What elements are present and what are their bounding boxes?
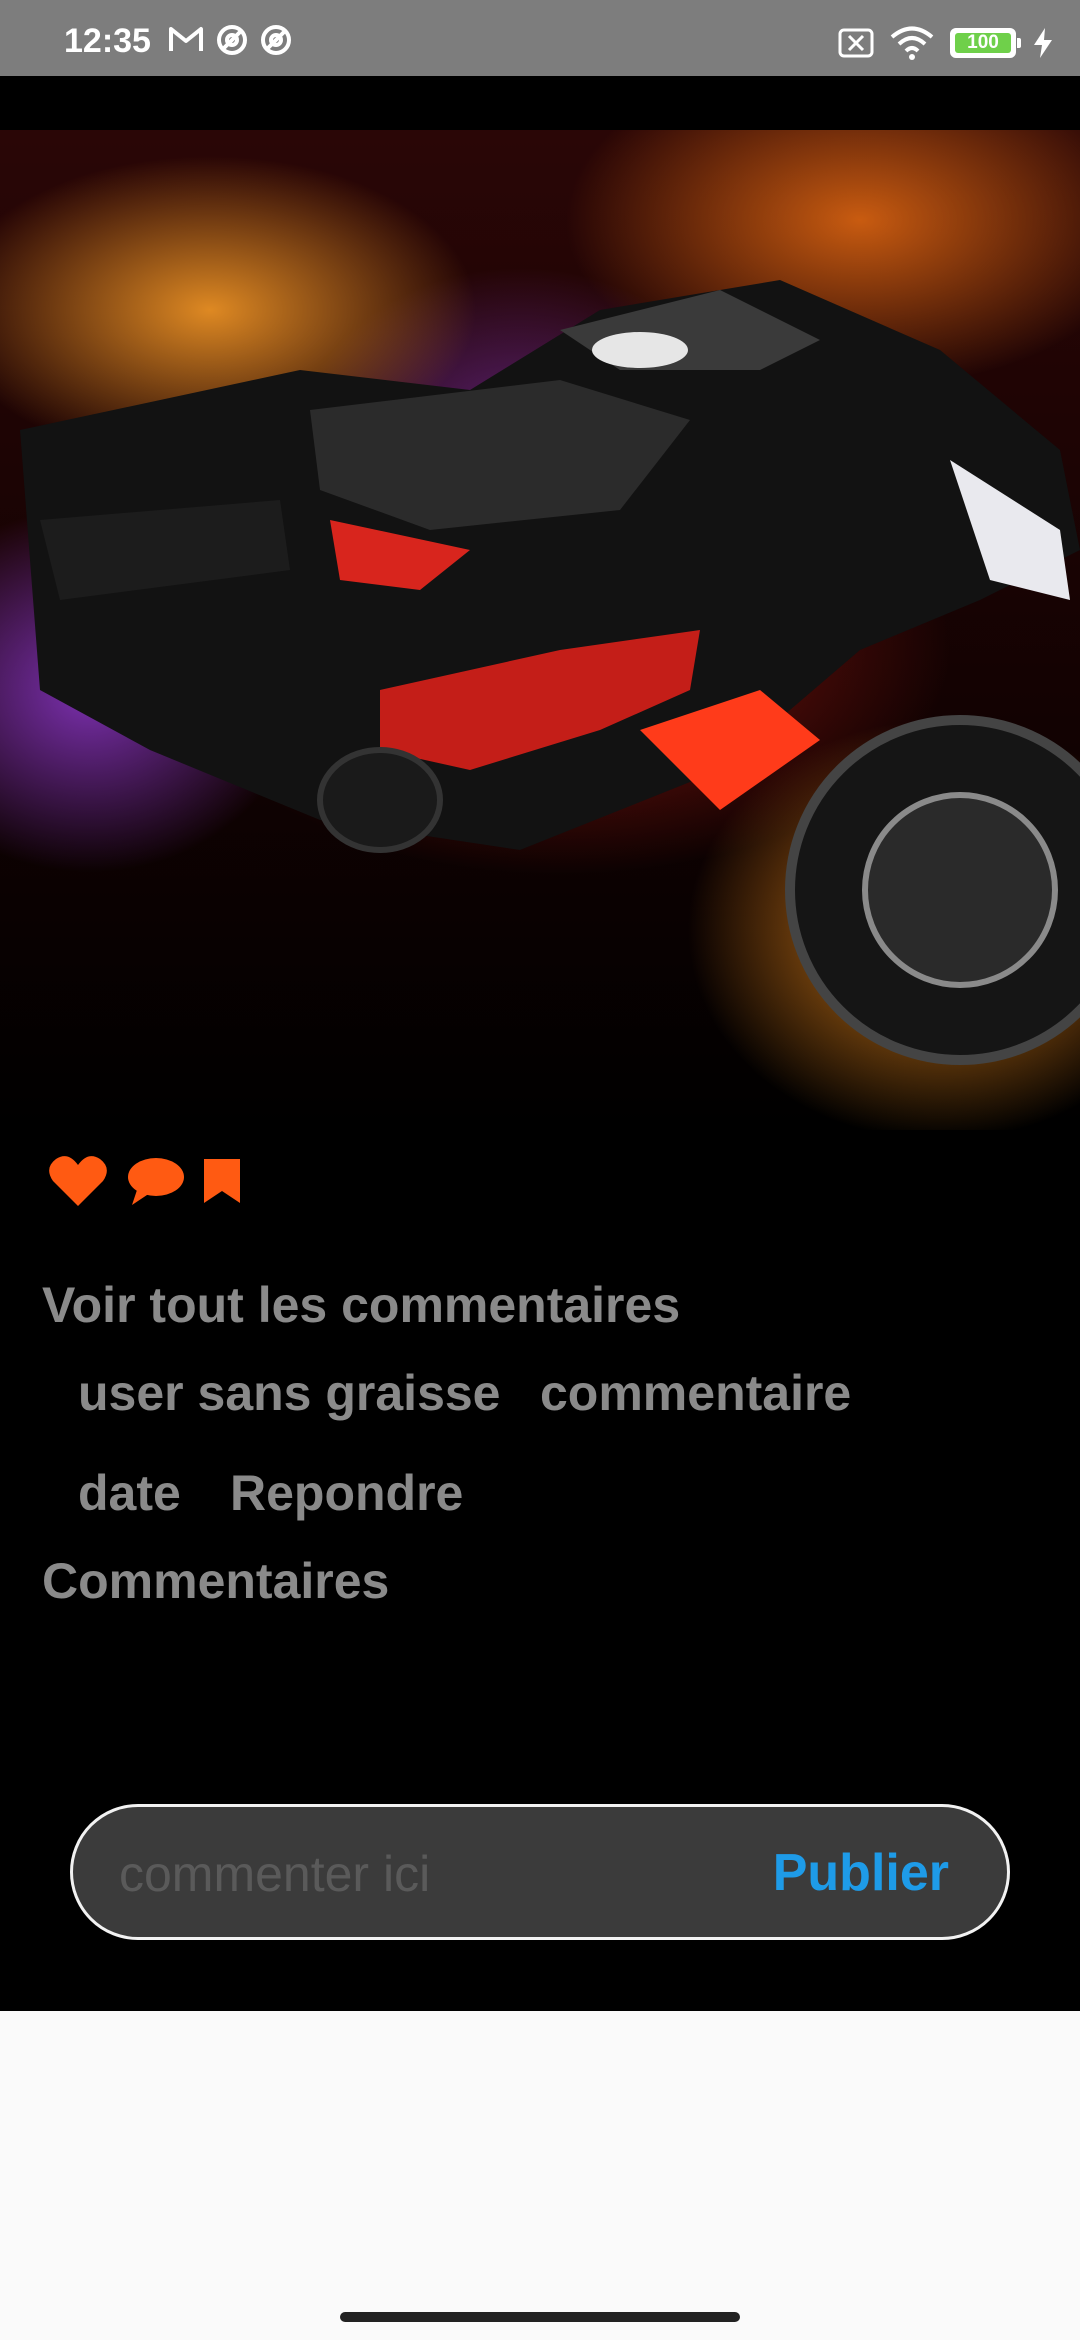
wifi-icon <box>890 26 934 60</box>
comment-composer: Publier <box>70 1804 1010 1940</box>
post-screen: Voir tout les commentaires user sans gra… <box>0 76 1080 2011</box>
comments-section-label: Commentaires <box>42 1553 390 1609</box>
battery-icon: 100 <box>950 28 1021 58</box>
at-sign-icon <box>217 25 247 55</box>
reply-button[interactable]: Repondre <box>230 1464 463 1522</box>
gmail-icon <box>169 27 203 51</box>
battery-level: 100 <box>955 32 1011 53</box>
home-indicator[interactable] <box>340 2312 740 2322</box>
comment-username[interactable]: user sans graisse <box>78 1364 501 1422</box>
see-all-comments-link[interactable]: Voir tout les commentaires <box>42 1276 680 1334</box>
system-icons: 100 <box>838 26 1054 60</box>
charging-icon <box>1034 28 1052 58</box>
post-image[interactable] <box>0 130 1080 1130</box>
bookmark-icon[interactable] <box>202 1157 242 1210</box>
motorcycle-illustration <box>20 280 1080 1065</box>
no-sim-icon <box>838 28 874 58</box>
comment-icon[interactable] <box>126 1155 184 1212</box>
status-time: 12:35 <box>64 22 151 60</box>
publish-button[interactable]: Publier <box>773 1843 949 1903</box>
heart-icon[interactable] <box>48 1154 108 1213</box>
comment-input[interactable] <box>117 1833 721 1915</box>
notification-icons <box>168 24 292 56</box>
at-sign-icon <box>261 25 291 55</box>
comment-text: commentaire <box>540 1365 852 1421</box>
post-actions <box>48 1154 242 1213</box>
comment-date: date <box>78 1465 181 1521</box>
status-bar: 12:35 100 <box>0 0 1080 76</box>
